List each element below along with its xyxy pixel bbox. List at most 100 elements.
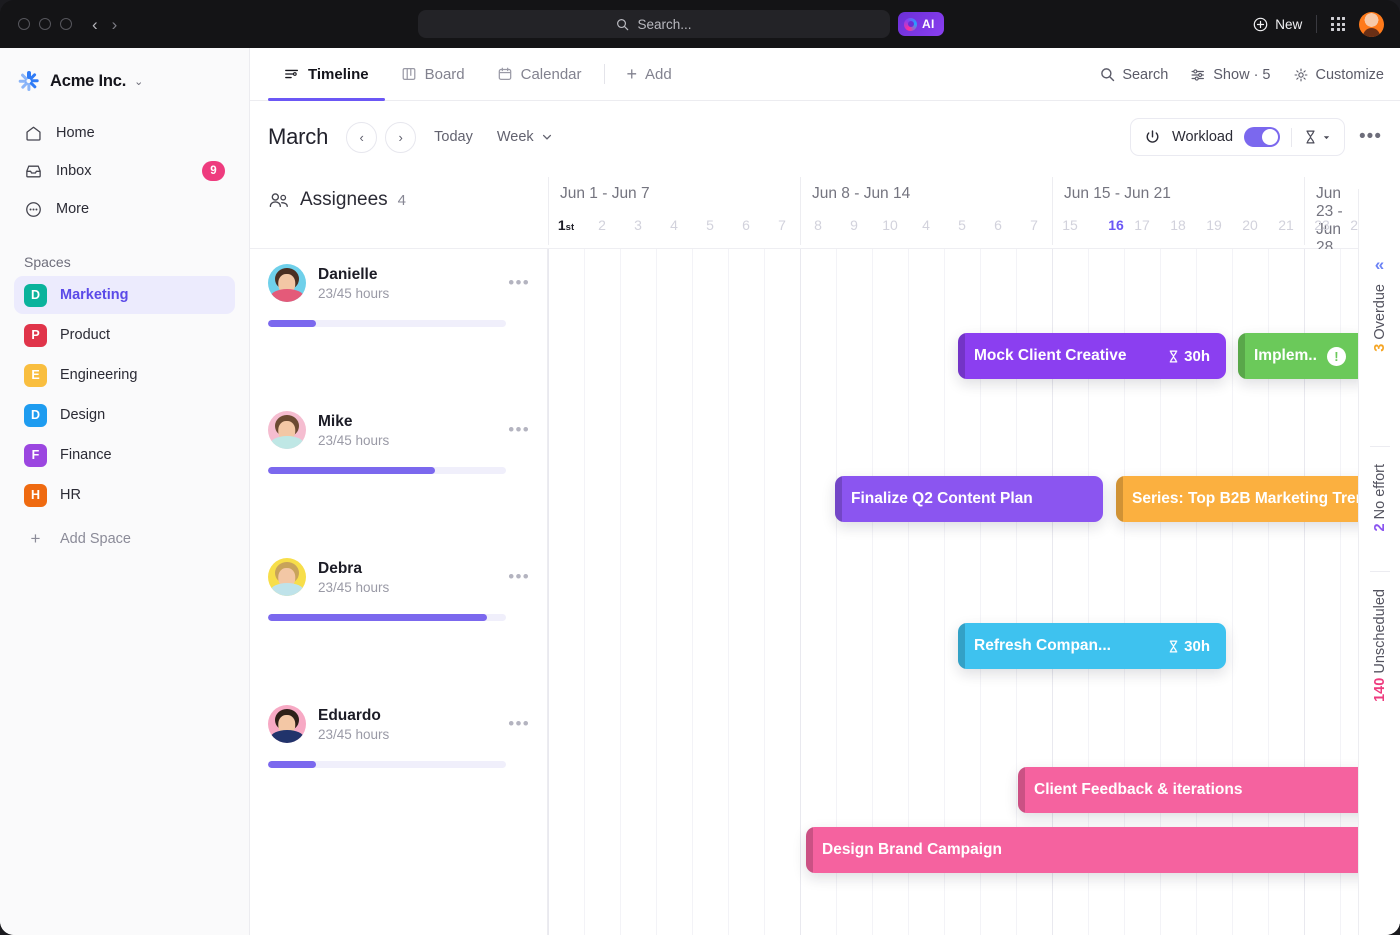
task-drag-handle[interactable]: [806, 827, 813, 873]
user-avatar[interactable]: [1359, 12, 1384, 37]
add-space-button[interactable]: + Add Space: [14, 520, 235, 558]
day-number: 8: [800, 217, 836, 233]
assignee-menu-button[interactable]: •••: [508, 567, 530, 587]
sidebar-item-inbox[interactable]: Inbox 9: [14, 152, 235, 190]
sidebar-nav: Home Inbox 9: [0, 114, 249, 228]
task-bar[interactable]: Design Brand Campaign30h: [806, 827, 1358, 873]
task-drag-handle[interactable]: [958, 333, 965, 379]
close-window-button[interactable]: [18, 18, 30, 30]
task-title: Client Feedback & iterations: [1034, 781, 1242, 799]
rail-filter-overdue[interactable]: 3 Overdue: [1372, 284, 1388, 352]
task-bar[interactable]: Refresh Compan...30h: [958, 623, 1226, 669]
group-by-assignees[interactable]: Assignees 4: [268, 189, 406, 211]
warning-icon: !: [1327, 347, 1346, 366]
inbox-icon: [24, 162, 43, 181]
task-title: Finalize Q2 Content Plan: [851, 490, 1033, 508]
tab-timeline[interactable]: Timeline: [268, 48, 385, 101]
titlebar-divider: [1316, 15, 1317, 33]
forward-icon[interactable]: ›: [112, 16, 118, 33]
global-search-input[interactable]: Search...: [418, 10, 890, 38]
assignee-row[interactable]: Danielle23/45 hours•••: [268, 264, 530, 327]
rail-filter-unscheduled[interactable]: 140 Unscheduled: [1372, 589, 1388, 702]
assignee-name: Mike: [318, 413, 389, 431]
assignee-menu-button[interactable]: •••: [508, 714, 530, 734]
sidebar-item-finance[interactable]: FFinance: [14, 436, 235, 474]
task-bar[interactable]: Implem..!: [1238, 333, 1358, 379]
task-drag-handle[interactable]: [835, 476, 842, 522]
apps-grid-icon[interactable]: [1331, 17, 1345, 31]
view-search-button[interactable]: Search: [1100, 67, 1168, 83]
assignee-row[interactable]: Mike23/45 hours•••: [268, 411, 530, 474]
task-drag-handle[interactable]: [1238, 333, 1245, 379]
task-bar[interactable]: Client Feedback & iterations: [1018, 767, 1358, 813]
rail-count: 3: [1372, 344, 1388, 352]
next-period-button[interactable]: ›: [385, 122, 416, 153]
workspace-switcher[interactable]: Acme Inc. ⌄: [0, 48, 249, 92]
history-nav[interactable]: ‹ ›: [92, 16, 117, 33]
tab-board[interactable]: Board: [385, 48, 481, 101]
sidebar-item-hr[interactable]: HHR: [14, 476, 235, 514]
week-divider: [548, 177, 549, 245]
sidebar-item-design[interactable]: DDesign: [14, 396, 235, 434]
sliders-icon: [1190, 67, 1206, 83]
collapse-rail-button[interactable]: «: [1375, 255, 1384, 275]
workload-toggle[interactable]: [1244, 127, 1280, 147]
sidebar-item-label: Home: [56, 125, 95, 141]
minimize-window-button[interactable]: [39, 18, 51, 30]
back-icon[interactable]: ‹: [92, 16, 98, 33]
search-icon: [616, 18, 629, 31]
avatar: [268, 411, 306, 449]
sidebar-item-engineering[interactable]: EEngineering: [14, 356, 235, 394]
assignee-menu-button[interactable]: •••: [508, 420, 530, 440]
rail-filter-no-effort[interactable]: 2 No effort: [1372, 464, 1388, 531]
timeline-grid[interactable]: Mock Client Creative30h Implem..! Finalize…: [250, 249, 1358, 935]
plus-circle-icon: [1253, 17, 1268, 32]
window-controls[interactable]: [18, 18, 72, 30]
customize-button[interactable]: Customize: [1293, 67, 1385, 83]
tabs-divider: [604, 64, 605, 84]
effort-dropdown[interactable]: [1303, 129, 1331, 145]
task-bar[interactable]: Series: Top B2B Marketing Trends: [1116, 476, 1358, 522]
today-button[interactable]: Today: [434, 129, 473, 145]
rail-label: No effort: [1372, 464, 1388, 519]
add-space-label: Add Space: [60, 531, 131, 547]
assignee-row[interactable]: Eduardo23/45 hours•••: [268, 705, 530, 768]
new-button[interactable]: New: [1253, 17, 1302, 32]
task-drag-handle[interactable]: [1018, 767, 1025, 813]
workload-progress-bar: [268, 614, 506, 621]
tab-calendar[interactable]: Calendar: [481, 48, 598, 101]
assignee-row[interactable]: Debra23/45 hours•••: [268, 558, 530, 621]
hourglass-icon: [1303, 129, 1318, 145]
chevron-down-icon: ⌄: [134, 75, 143, 88]
task-bar[interactable]: Finalize Q2 Content Plan: [835, 476, 1103, 522]
task-bar[interactable]: Mock Client Creative30h: [958, 333, 1226, 379]
maximize-window-button[interactable]: [60, 18, 72, 30]
gear-icon: [1293, 67, 1309, 83]
sidebar-item-more[interactable]: More: [14, 190, 235, 228]
timeline-overflow-button[interactable]: •••: [1359, 126, 1382, 148]
power-icon: [1144, 129, 1161, 146]
task-drag-handle[interactable]: [958, 623, 965, 669]
sidebar-item-home[interactable]: Home: [14, 114, 235, 152]
assignee-menu-button[interactable]: •••: [508, 273, 530, 293]
ai-button[interactable]: AI: [898, 12, 944, 36]
tab-label: Board: [425, 66, 465, 83]
prev-period-button[interactable]: ‹: [346, 122, 377, 153]
sidebar-item-label: Engineering: [60, 367, 137, 383]
caret-down-icon: [1322, 133, 1331, 142]
workload-progress-bar: [268, 320, 506, 327]
day-number: 10: [872, 217, 908, 233]
show-button[interactable]: Show · 5: [1190, 67, 1270, 83]
assignee-column: Danielle23/45 hours••• Mike23/45 hours•••…: [250, 249, 548, 935]
day-number: 23: [1304, 217, 1340, 233]
board-icon: [401, 66, 417, 82]
day-number: 4: [908, 217, 944, 233]
task-drag-handle[interactable]: [1116, 476, 1123, 522]
zoom-level-dropdown[interactable]: Week: [497, 129, 553, 145]
grid-day-line: [728, 249, 729, 935]
workload-progress-bar: [268, 761, 506, 768]
sidebar-item-marketing[interactable]: DMarketing: [14, 276, 235, 314]
global-search-placeholder: Search...: [637, 17, 691, 32]
sidebar-item-product[interactable]: PProduct: [14, 316, 235, 354]
add-view-button[interactable]: + Add: [611, 48, 688, 101]
